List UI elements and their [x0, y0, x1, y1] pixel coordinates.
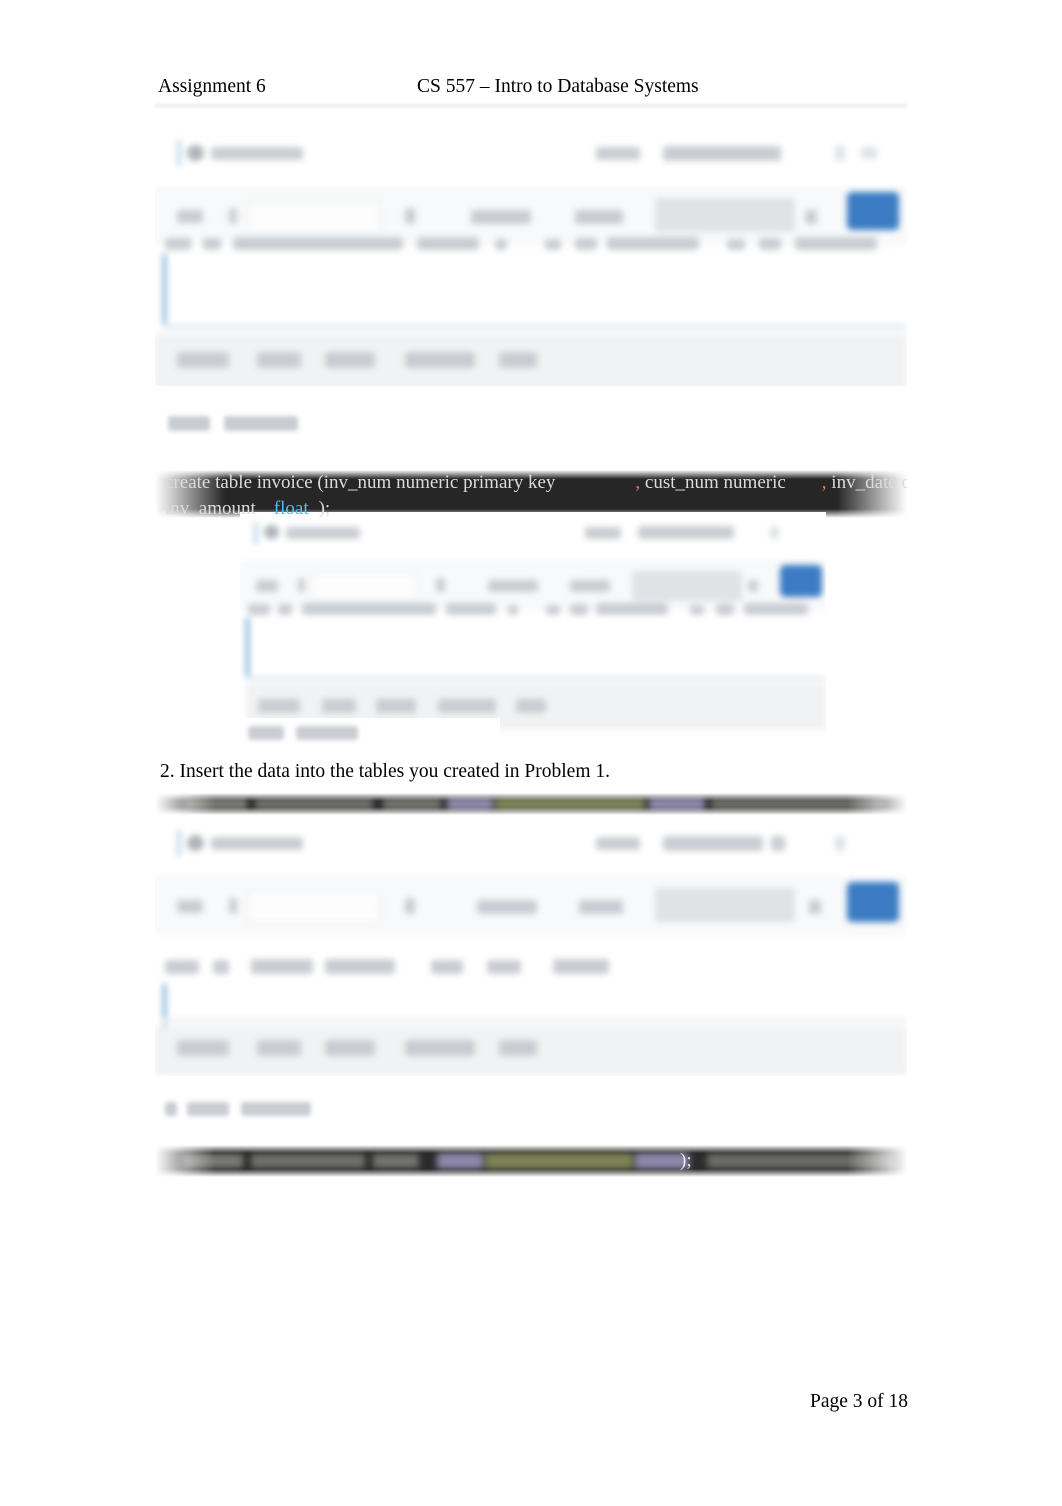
code-text-invamount: inv_amount — [165, 498, 256, 518]
assignment-label: Assignment 6 — [158, 76, 266, 97]
status-text-2 — [240, 718, 500, 750]
code-line-2: inv_amount float); — [155, 496, 907, 518]
code-line-1: create table invoice (inv_num numeric pr… — [155, 470, 907, 496]
status-text-1 — [160, 408, 460, 440]
page-footer: Page 3 of 18 — [158, 1388, 908, 1416]
status-text-3 — [155, 1092, 415, 1126]
problem-2-text: 2. Insert the data into the tables you c… — [160, 761, 610, 782]
course-title: CS 557 – Intro to Database Systems — [417, 76, 699, 97]
code-block-insert-bottom: ); — [155, 1145, 907, 1177]
code-text-insert-close: ); — [680, 1150, 692, 1171]
code-text-close: ); — [318, 498, 331, 518]
code-block-create-invoice: create table invoice (inv_num numeric pr… — [155, 470, 907, 518]
sql-console-screenshot-1 — [155, 126, 907, 386]
header-divider — [155, 104, 907, 109]
code-text-custnum: cust_num numeric — [640, 472, 786, 493]
sql-console-screenshot-3 — [155, 818, 907, 1076]
code-text-create: create table invoice (inv_num numeric pr… — [165, 472, 556, 493]
document-header: Assignment 6 CS 557 – Intro to Database … — [158, 70, 908, 104]
code-block-insert-top — [155, 793, 907, 815]
code-text-invdate: inv_date date — [831, 472, 907, 493]
code-type-float: float — [273, 498, 309, 518]
document-page: Assignment 6 CS 557 – Intro to Database … — [0, 0, 1062, 1506]
page-number-label: Page 3 of 18 — [809, 1391, 908, 1412]
